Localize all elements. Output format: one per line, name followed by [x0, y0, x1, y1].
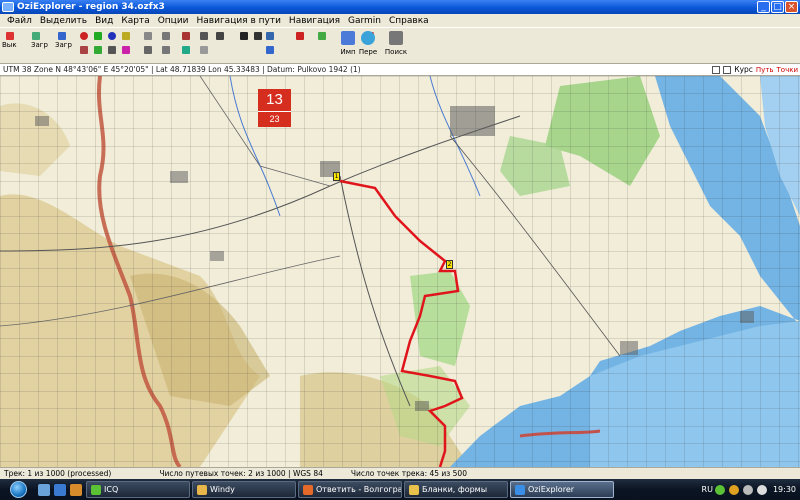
menu-view[interactable]: Вид: [91, 16, 117, 26]
start-button[interactable]: [0, 479, 36, 500]
task-documents[interactable]: Бланки, формы: [404, 481, 508, 498]
info-icon[interactable]: [106, 30, 118, 42]
minimize-button[interactable]: _: [757, 1, 770, 13]
status-bar: Трек: 1 из 1000 (processed) Число путевы…: [0, 467, 800, 479]
windows-orb-icon: [9, 481, 27, 498]
route-list-icon[interactable]: [120, 44, 132, 56]
app-icon: [2, 2, 14, 12]
menu-file[interactable]: Файл: [3, 16, 36, 26]
topographic-map: [0, 76, 800, 467]
status-track-points: Число точек трека: 45 из 500: [350, 469, 467, 478]
taskbar: ICQ Windy Ответить - Волгоград Бланки, ф…: [0, 479, 800, 500]
update-tray-icon[interactable]: [728, 484, 739, 495]
layers-icon[interactable]: [264, 30, 276, 42]
task-label: Ответить - Волгоград: [316, 485, 402, 494]
status-waypoints: Число путевых точек: 2 из 1000 | WGS 84: [159, 469, 323, 478]
flag-icon[interactable]: [294, 30, 306, 42]
menu-help[interactable]: Справка: [385, 16, 433, 26]
map-list-icon[interactable]: [142, 44, 154, 56]
volume-tray-icon[interactable]: [756, 484, 767, 495]
toolbar-label-load-2: Загр: [55, 41, 72, 49]
import-label: Имп: [340, 48, 356, 56]
course-label[interactable]: Курс: [734, 65, 753, 74]
folder-icon: [197, 484, 207, 495]
close-button[interactable]: ×: [785, 1, 798, 13]
folder-icon: [409, 484, 419, 495]
waypoint-list-icon[interactable]: [78, 44, 90, 56]
network-tray-icon[interactable]: [742, 484, 753, 495]
task-folder[interactable]: Windy: [192, 481, 296, 498]
path-label[interactable]: Путь: [756, 66, 774, 74]
compass-check[interactable]: [723, 65, 732, 74]
event-icon[interactable]: [106, 44, 118, 56]
language-indicator[interactable]: RU: [702, 485, 713, 494]
firefox-icon[interactable]: [70, 483, 82, 496]
show-desktop-icon[interactable]: [38, 483, 50, 496]
waypoint-icon[interactable]: [78, 30, 90, 42]
menu-moving-map[interactable]: Навигация в пути: [193, 16, 285, 26]
toolbar: Вык Загр Загр Имп Пере Поиск: [0, 27, 800, 64]
print-icon[interactable]: [198, 44, 210, 56]
menu-map[interactable]: Карта: [117, 16, 153, 26]
task-browser[interactable]: Ответить - Волгоград: [298, 481, 402, 498]
icq-icon: [91, 484, 101, 495]
task-label: ICQ: [104, 485, 119, 494]
route-icon[interactable]: [120, 30, 132, 42]
move-map-label: Пере: [358, 48, 378, 56]
menu-navigation[interactable]: Навигация: [285, 16, 344, 26]
menu-garmin[interactable]: Garmin: [344, 16, 385, 26]
map-info-bar: UTM 38 Zone N 48°43'06" E 45°20'05" | La…: [0, 64, 800, 76]
clock[interactable]: 19:30: [773, 485, 796, 494]
task-icq[interactable]: ICQ: [86, 481, 190, 498]
ie-icon[interactable]: [54, 483, 66, 496]
sheet-number: 13: [258, 89, 291, 112]
window-title: OziExplorer - region 34.ozfx3: [17, 2, 165, 12]
search-button[interactable]: Поиск: [384, 29, 408, 63]
arrows-icon: [361, 31, 375, 45]
window-title-bar[interactable]: OziExplorer - region 34.ozfx3 _ □ ×: [0, 0, 800, 14]
map-view[interactable]: 13 23 1 2: [0, 76, 800, 467]
waypoint-flag-2[interactable]: 2: [446, 260, 453, 269]
status-track: Трек: 1 из 1000 (processed): [4, 469, 112, 478]
zoom-icon[interactable]: [198, 30, 210, 42]
menu-options[interactable]: Опции: [154, 16, 193, 26]
points-icon[interactable]: [180, 30, 192, 42]
maximize-button[interactable]: □: [771, 1, 784, 13]
import-icon: [341, 31, 355, 45]
task-label: OziExplorer: [528, 485, 575, 494]
search-icon: [389, 31, 403, 45]
search-label: Поиск: [384, 48, 408, 56]
system-tray: RU 19:30: [702, 479, 800, 500]
screen-icon[interactable]: [712, 65, 721, 74]
coordinate-readout: UTM 38 Zone N 48°43'06" E 45°20'05" | La…: [3, 65, 361, 74]
pointer-icon[interactable]: [238, 30, 250, 42]
move-map-button[interactable]: Пере: [356, 29, 380, 63]
task-label: Бланки, формы: [422, 485, 488, 494]
points-label[interactable]: Точки: [777, 66, 798, 74]
ruler-icon[interactable]: [160, 30, 172, 42]
toolbar-label-off: Вык: [2, 41, 17, 49]
track-list-icon[interactable]: [92, 44, 104, 56]
center-icon[interactable]: [180, 44, 192, 56]
icq-tray-icon[interactable]: [714, 484, 725, 495]
task-oziexplorer[interactable]: OziExplorer: [510, 481, 614, 498]
map-sheet-badge: 13 23: [258, 89, 291, 127]
gps-icon[interactable]: [316, 30, 328, 42]
oziexplorer-icon: [515, 484, 525, 495]
task-label: Windy: [210, 485, 235, 494]
firefox-task-icon: [303, 484, 313, 495]
sheet-sub-number: 23: [269, 114, 280, 124]
hand-icon[interactable]: [160, 44, 172, 56]
menu-bar: Файл Выделить Вид Карта Опции Навигация …: [0, 14, 800, 27]
track-icon[interactable]: [92, 30, 104, 42]
waypoint-flag-1[interactable]: 1: [333, 172, 340, 181]
select-icon[interactable]: [264, 44, 276, 56]
toolbar-label-load: Загр: [31, 41, 48, 49]
menu-select[interactable]: Выделить: [36, 16, 91, 26]
lines-icon[interactable]: [214, 30, 226, 42]
move-icon[interactable]: [252, 30, 264, 42]
grid-icon[interactable]: [142, 30, 154, 42]
